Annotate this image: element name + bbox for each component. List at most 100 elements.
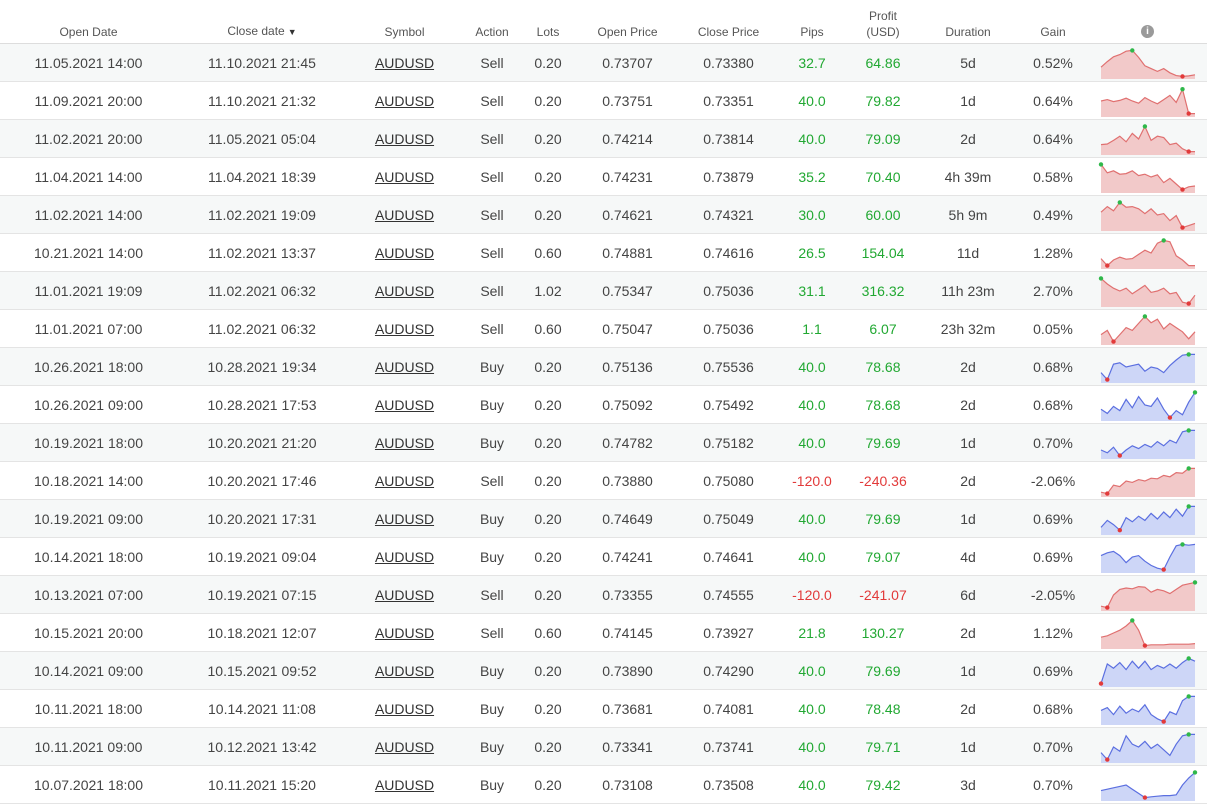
cell-symbol: AUDUSD [347,119,462,158]
cell-gain: 0.69% [1018,499,1088,538]
col-header-close-price[interactable]: Close Price [681,0,776,44]
cell-close-date: 11.05.2021 05:04 [177,119,347,158]
cell-pips: 21.8 [776,613,848,652]
cell-lots: 0.20 [522,423,574,462]
symbol-link[interactable]: AUDUSD [375,701,434,717]
cell-close-date: 10.20.2021 17:31 [177,499,347,538]
symbol-link[interactable]: AUDUSD [375,207,434,223]
cell-duration: 2d [918,385,1018,424]
cell-close-price: 0.73879 [681,157,776,196]
sparkline-high-marker [1142,123,1147,129]
col-header-duration[interactable]: Duration [918,0,1018,44]
sparkline-low-marker [1104,756,1109,762]
symbol-link[interactable]: AUDUSD [375,511,434,527]
col-header-action[interactable]: Action [462,0,522,44]
symbol-link[interactable]: AUDUSD [375,777,434,793]
sparkline-low-marker [1098,680,1103,686]
symbol-link[interactable]: AUDUSD [375,169,434,185]
cell-open-date: 11.05.2021 14:00 [0,43,177,82]
cell-lots: 0.20 [522,689,574,728]
col-header-symbol[interactable]: Symbol [347,0,462,44]
col-header-profit[interactable]: Profit (USD) [848,0,918,44]
cell-action: Buy [462,651,522,690]
cell-open-price: 0.74649 [574,499,681,538]
cell-close-date: 11.02.2021 19:09 [177,195,347,234]
cell-lots: 0.20 [522,195,574,234]
col-header-profit-line1: Profit [868,9,897,23]
symbol-link[interactable]: AUDUSD [375,473,434,489]
symbol-link[interactable]: AUDUSD [375,245,434,261]
symbol-link[interactable]: AUDUSD [375,739,434,755]
cell-sparkline [1088,613,1207,652]
trade-history-table: Open Date Close date ▼ Symbol Action Lots… [0,0,1207,804]
symbol-link[interactable]: AUDUSD [375,131,434,147]
cell-sparkline [1088,727,1207,766]
cell-close-date: 11.02.2021 13:37 [177,233,347,272]
sparkline-high-marker [1142,313,1147,319]
symbol-link[interactable]: AUDUSD [375,549,434,565]
cell-action: Buy [462,499,522,538]
cell-symbol: AUDUSD [347,347,462,386]
sparkline-area [1100,543,1195,573]
col-header-gain[interactable]: Gain [1018,0,1088,44]
cell-gain: 0.52% [1018,43,1088,82]
symbol-link[interactable]: AUDUSD [375,397,434,413]
symbol-link[interactable]: AUDUSD [375,55,434,71]
cell-open-price: 0.75136 [574,347,681,386]
cell-open-date: 11.01.2021 07:00 [0,309,177,348]
cell-close-price: 0.74555 [681,575,776,614]
cell-profit: 78.48 [848,689,918,728]
col-header-lots[interactable]: Lots [522,0,574,44]
sparkline-chart [1100,237,1195,269]
sparkline-low-marker [1186,300,1191,306]
cell-open-date: 10.26.2021 09:00 [0,385,177,424]
cell-profit: -240.36 [848,461,918,500]
sparkline-low-marker [1179,186,1185,192]
cell-close-date: 10.15.2021 09:52 [177,651,347,690]
cell-pips: 1.1 [776,309,848,348]
table-row: 10.19.2021 09:00 10.20.2021 17:31 AUDUSD Bu… [0,499,1207,538]
symbol-link[interactable]: AUDUSD [375,587,434,603]
cell-close-price: 0.74616 [681,233,776,272]
sparkline-high-marker [1179,541,1185,547]
sparkline-high-marker [1186,731,1191,737]
table-row: 10.13.2021 07:00 10.19.2021 07:15 AUDUSD Se… [0,575,1207,614]
col-header-close-date[interactable]: Close date ▼ [177,0,347,44]
symbol-link[interactable]: AUDUSD [375,435,434,451]
cell-action: Buy [462,385,522,424]
sparkline-low-marker [1186,110,1191,116]
cell-lots: 0.20 [522,537,574,576]
cell-duration: 3d [918,765,1018,804]
cell-pips: 30.0 [776,195,848,234]
cell-open-price: 0.74214 [574,119,681,158]
sparkline-high-marker [1192,389,1197,395]
symbol-link[interactable]: AUDUSD [375,663,434,679]
table-row: 10.14.2021 18:00 10.19.2021 09:04 AUDUSD Bu… [0,537,1207,576]
cell-duration: 11d [918,233,1018,272]
cell-close-price: 0.73508 [681,765,776,804]
cell-action: Sell [462,271,522,310]
info-icon[interactable]: i [1141,25,1154,38]
cell-lots: 0.20 [522,81,574,120]
cell-close-price: 0.75080 [681,461,776,500]
cell-pips: 40.0 [776,385,848,424]
sparkline-chart [1100,389,1197,421]
col-header-open-price[interactable]: Open Price [574,0,681,44]
cell-profit: 6.07 [848,309,918,348]
cell-duration: 1d [918,727,1018,766]
cell-gain: 1.28% [1018,233,1088,272]
symbol-link[interactable]: AUDUSD [375,283,434,299]
cell-close-price: 0.73351 [681,81,776,120]
table-row: 11.02.2021 20:00 11.05.2021 05:04 AUDUSD Se… [0,119,1207,158]
col-header-pips[interactable]: Pips [776,0,848,44]
symbol-link[interactable]: AUDUSD [375,359,434,375]
cell-profit: 79.42 [848,765,918,804]
cell-close-price: 0.73927 [681,613,776,652]
symbol-link[interactable]: AUDUSD [375,321,434,337]
sparkline-low-marker [1179,224,1185,230]
cell-duration: 1d [918,651,1018,690]
symbol-link[interactable]: AUDUSD [375,625,434,641]
col-header-open-date[interactable]: Open Date [0,0,177,44]
cell-pips: 40.0 [776,765,848,804]
symbol-link[interactable]: AUDUSD [375,93,434,109]
